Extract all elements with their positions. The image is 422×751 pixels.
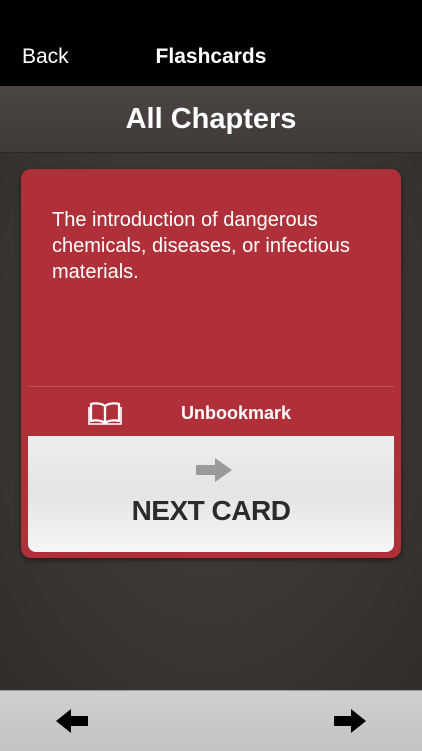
unbookmark-button[interactable]: Unbookmark	[28, 395, 394, 431]
arrow-left-icon[interactable]	[55, 707, 89, 735]
bottom-toolbar	[0, 690, 422, 751]
flashcard: The introduction of dangerous chemicals,…	[21, 169, 401, 558]
next-card-button[interactable]: NEXT CARD	[28, 436, 394, 552]
unbookmark-label: Unbookmark	[180, 403, 292, 423]
back-button[interactable]: Back	[22, 44, 69, 70]
section-title: All Chapters	[125, 103, 297, 135]
section-header: All Chapters	[0, 86, 422, 153]
arrow-right-icon[interactable]	[333, 707, 367, 735]
card-divider	[28, 386, 394, 387]
flashcard-text: The introduction of dangerous chemicals,…	[52, 209, 350, 283]
navigation-bar: Back Flashcards	[0, 0, 422, 86]
arrow-right-icon	[196, 458, 232, 482]
next-card-label: NEXT CARD	[131, 495, 291, 526]
